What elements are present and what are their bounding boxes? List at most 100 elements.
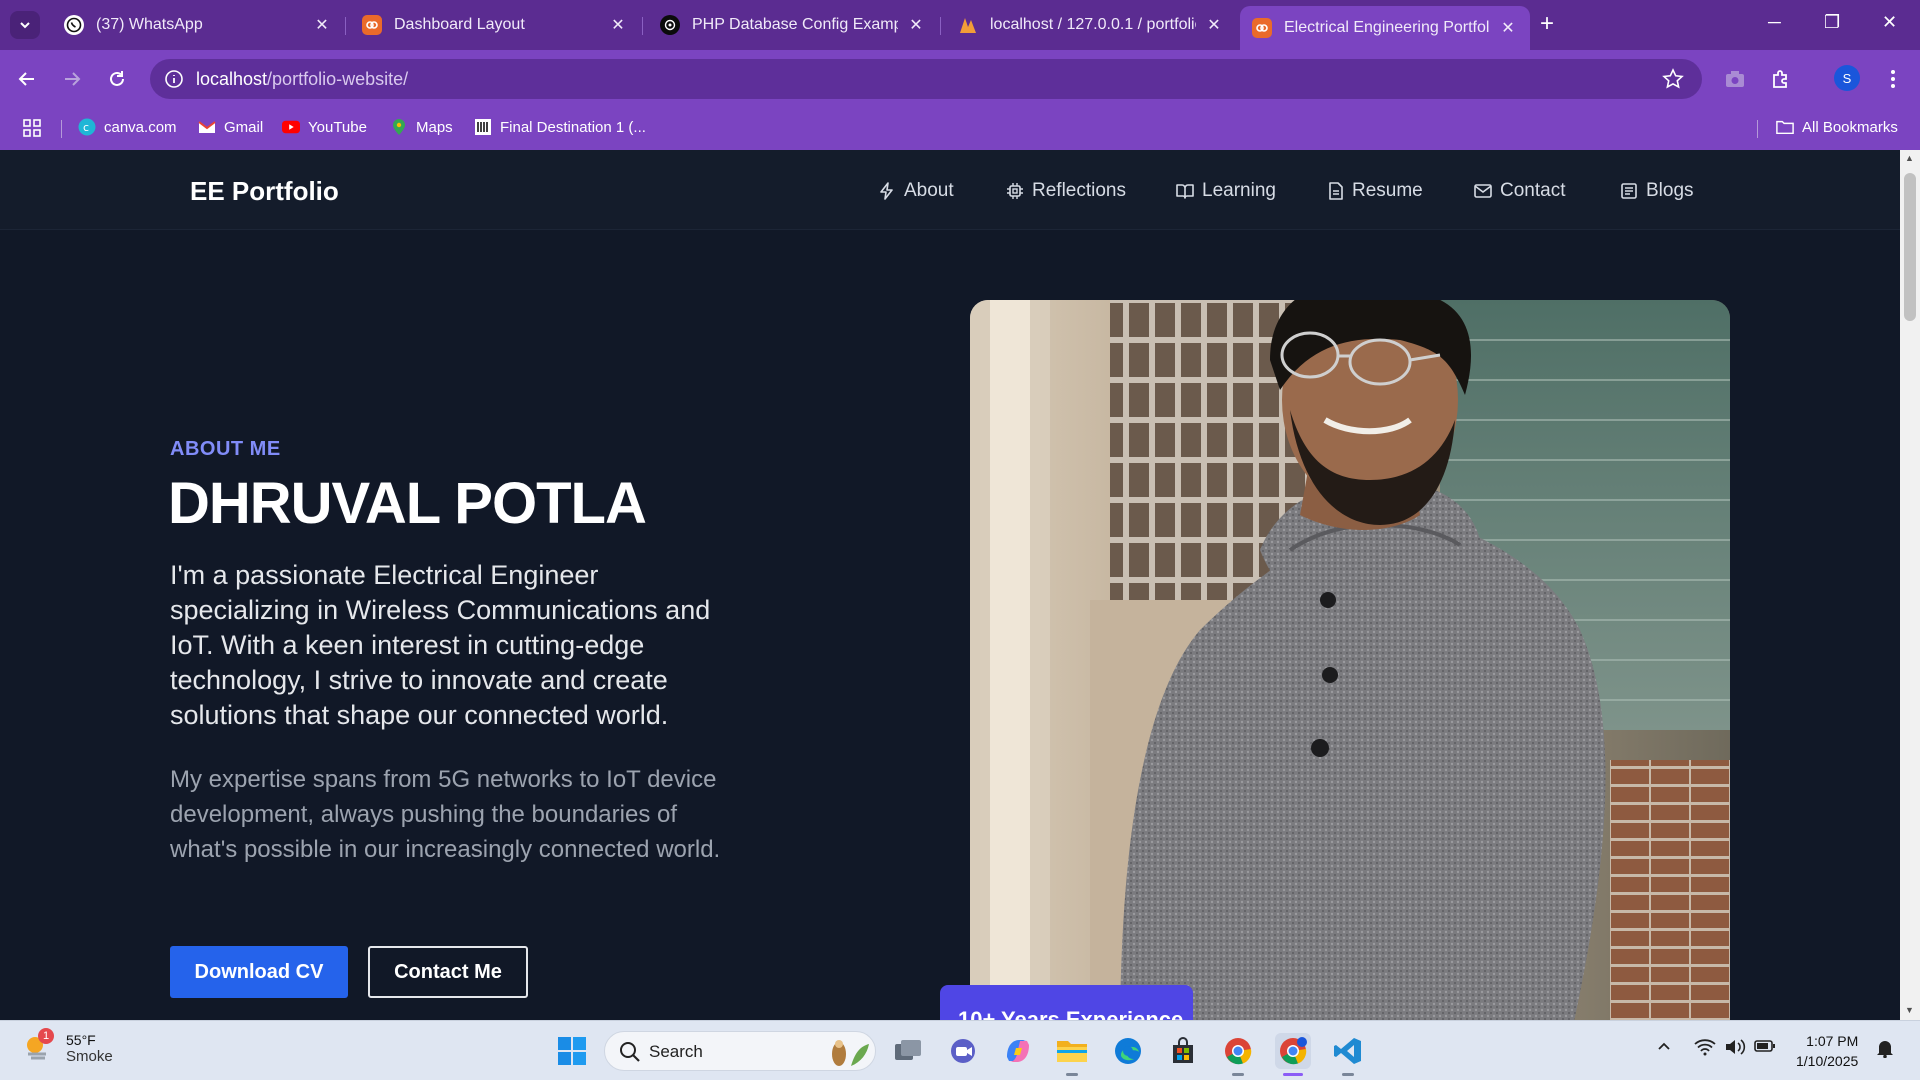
bookmark-divider: [61, 120, 62, 138]
gmail-icon: [198, 118, 216, 136]
newspaper-icon: [1621, 183, 1637, 199]
taskbar-search[interactable]: Search: [604, 1031, 876, 1071]
nav-reflections[interactable]: Reflections: [1006, 180, 1126, 202]
site-logo[interactable]: EE Portfolio: [190, 176, 339, 207]
extensions-button[interactable]: [1766, 64, 1796, 94]
browser-tab-bar: (37) WhatsApp ✕ Dashboard Layout ✕ PHP D…: [0, 0, 1920, 50]
running-indicator: [1342, 1073, 1354, 1076]
reload-button[interactable]: [102, 64, 132, 94]
close-window-button[interactable]: ✕: [1882, 12, 1897, 33]
wifi-status[interactable]: [1694, 1038, 1716, 1061]
file-explorer-button[interactable]: [1054, 1033, 1090, 1069]
nav-contact[interactable]: Contact: [1474, 180, 1565, 202]
close-icon[interactable]: ✕: [906, 15, 926, 35]
folder-icon: [1057, 1041, 1087, 1062]
nav-about[interactable]: About: [878, 180, 954, 202]
hero-lead: I'm a passionate Electrical Engineer spe…: [170, 560, 711, 730]
edge-button[interactable]: [1110, 1033, 1146, 1069]
contact-me-button[interactable]: Contact Me: [368, 946, 528, 998]
bolt-icon: [880, 182, 893, 200]
store-icon: [1173, 1037, 1193, 1063]
weather-icon: 1: [22, 1028, 58, 1066]
profile-avatar[interactable]: S: [1834, 65, 1860, 91]
nav-resume[interactable]: Resume: [1328, 180, 1423, 202]
html-file-icon: [1252, 18, 1272, 38]
screenshot-button[interactable]: [1720, 64, 1750, 94]
notifications-button[interactable]: [1876, 1038, 1894, 1063]
arrow-left-icon: [18, 72, 34, 86]
active-indicator: [1283, 1073, 1303, 1076]
bookmarks-bar: c canva.com Gmail YouTube Maps Final Des…: [0, 108, 1920, 150]
apps-grid-icon: [23, 119, 41, 137]
puzzle-icon: [1773, 70, 1787, 88]
copilot-button[interactable]: [1000, 1033, 1036, 1069]
new-tab-button[interactable]: +: [1540, 12, 1554, 36]
back-button[interactable]: [12, 64, 42, 94]
close-icon[interactable]: ✕: [312, 15, 332, 35]
system-clock[interactable]: 1:07 PM 1/10/2025: [1796, 1031, 1858, 1071]
scroll-down-icon[interactable]: ▼: [1905, 1005, 1914, 1015]
nav-label: Blogs: [1646, 180, 1694, 201]
start-button[interactable]: [554, 1033, 590, 1069]
tab-electrical-engineering-portfolio[interactable]: Electrical Engineering Portfolio ✕: [1240, 6, 1530, 50]
scroll-up-icon[interactable]: ▲: [1905, 153, 1914, 163]
windows-logo-icon: [558, 1037, 586, 1065]
download-cv-button[interactable]: Download CV: [170, 946, 348, 998]
tab-title: Electrical Engineering Portfolio: [1284, 19, 1490, 36]
forward-button[interactable]: [57, 64, 87, 94]
bookmark-youtube[interactable]: YouTube: [282, 118, 367, 136]
tab-title: (37) WhatsApp: [96, 16, 203, 33]
browser-menu-button[interactable]: [1878, 64, 1908, 94]
address-bar[interactable]: localhost/portfolio-website/: [150, 59, 1702, 99]
edge-icon: [1115, 1038, 1141, 1064]
bookmark-gmail[interactable]: Gmail: [198, 118, 263, 136]
chip-icon: [1007, 183, 1023, 199]
weather-widget[interactable]: 1 55°F Smoke: [22, 1028, 113, 1066]
bookmark-final-destination[interactable]: Final Destination 1 (...: [474, 118, 646, 136]
nav-label: Resume: [1352, 180, 1423, 201]
tab-php-database-config[interactable]: PHP Database Config Example ✕: [648, 8, 938, 42]
nav-label: Reflections: [1032, 180, 1126, 201]
close-icon[interactable]: ✕: [1498, 18, 1518, 38]
tab-dashboard-layout[interactable]: Dashboard Layout ✕: [350, 8, 640, 42]
bookmark-star-icon[interactable]: [1662, 68, 1684, 95]
vscode-button[interactable]: [1330, 1033, 1366, 1069]
tab-title: localhost / 127.0.0.1 / portfolio_: [990, 16, 1196, 33]
mail-icon: [1474, 184, 1492, 198]
section-eyebrow: ABOUT ME: [170, 438, 281, 460]
restore-button[interactable]: ❐: [1824, 12, 1840, 33]
apps-button[interactable]: [22, 118, 42, 138]
nav-blogs[interactable]: Blogs: [1620, 180, 1694, 202]
volume-status[interactable]: [1724, 1038, 1746, 1061]
close-icon[interactable]: ✕: [608, 15, 628, 35]
bookmark-canva[interactable]: c canva.com: [78, 118, 177, 136]
all-bookmarks-button[interactable]: All Bookmarks: [1776, 118, 1898, 136]
teams-meet-button[interactable]: [946, 1033, 982, 1069]
arrow-right-icon: [65, 72, 81, 86]
document-icon: [1329, 182, 1343, 200]
bookmark-label: Final Destination 1 (...: [500, 118, 646, 136]
tab-search-button[interactable]: [10, 11, 40, 39]
task-view-button[interactable]: [890, 1033, 926, 1069]
close-icon[interactable]: ✕: [1204, 15, 1224, 35]
bookmark-label: YouTube: [308, 118, 367, 136]
bookmark-maps[interactable]: Maps: [390, 118, 453, 136]
chrome-button[interactable]: [1220, 1033, 1256, 1069]
chrome-profile-button[interactable]: [1275, 1033, 1311, 1069]
youtube-icon: [282, 118, 300, 136]
nav-learning[interactable]: Learning: [1176, 180, 1276, 202]
scrollbar-thumb[interactable]: [1904, 173, 1916, 321]
show-hidden-icons[interactable]: [1656, 1038, 1672, 1059]
microsoft-store-button[interactable]: [1165, 1033, 1201, 1069]
site-info-icon[interactable]: [164, 69, 184, 94]
browser-toolbar: localhost/portfolio-website/ S: [0, 50, 1920, 108]
tab-whatsapp[interactable]: (37) WhatsApp ✕: [52, 8, 344, 42]
wifi-icon: [1694, 1039, 1716, 1056]
task-view-icon: [895, 1040, 921, 1060]
chatgpt-icon: [660, 15, 680, 35]
battery-status[interactable]: [1754, 1038, 1776, 1059]
canva-icon: c: [78, 118, 96, 136]
tab-phpmyadmin[interactable]: localhost / 127.0.0.1 / portfolio_ ✕: [946, 8, 1236, 42]
minimize-button[interactable]: ─: [1768, 12, 1781, 33]
clock-date: 1/10/2025: [1796, 1053, 1859, 1069]
